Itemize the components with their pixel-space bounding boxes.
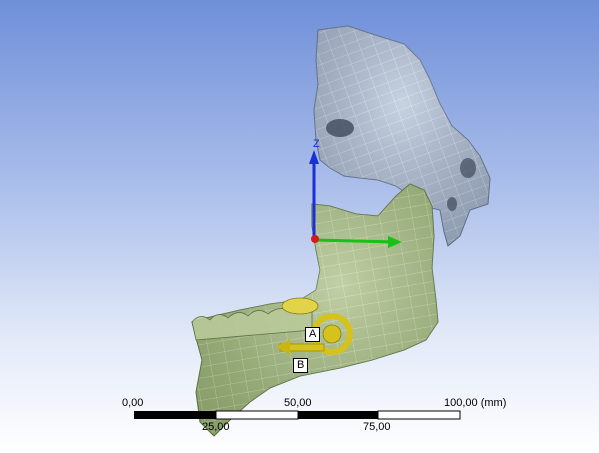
- z-axis-arrow: [309, 150, 319, 164]
- scale-seg-4: [377, 410, 461, 420]
- scale-label-0: 0,00: [122, 397, 144, 409]
- scale-seg-1: [134, 411, 216, 419]
- scale-label-75: 75,00: [363, 421, 391, 433]
- probe-label-a[interactable]: A: [305, 327, 321, 342]
- scale-seg-2: [215, 410, 299, 420]
- scale-bar: [134, 410, 461, 420]
- model-scene[interactable]: Z: [0, 0, 599, 453]
- scale-label-25: 25,00: [202, 421, 230, 433]
- scale-label-50: 50,00: [284, 397, 312, 409]
- scale-label-100: 100,00 (mm): [444, 397, 507, 409]
- x-axis: [313, 238, 397, 244]
- graphics-viewport[interactable]: Z A B 0,00 50,00 100,00 (mm) 25,00 75,00: [0, 0, 599, 453]
- z-axis-label: Z: [313, 138, 320, 150]
- probe-label-b[interactable]: B: [293, 358, 309, 373]
- origin-marker: [311, 235, 319, 243]
- scale-seg-3: [298, 411, 378, 419]
